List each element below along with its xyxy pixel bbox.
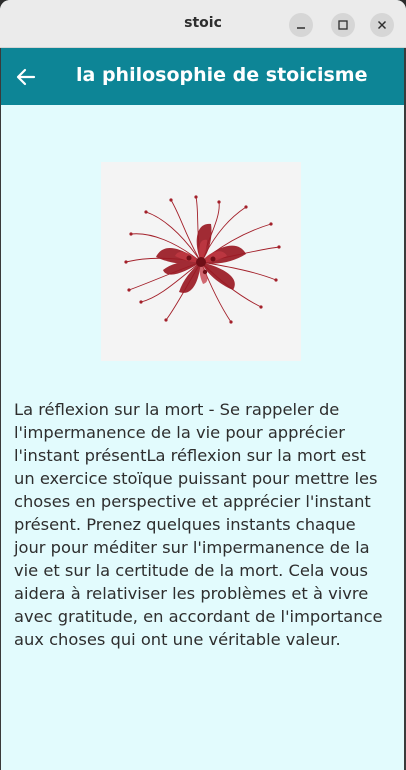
app-window: stoic la philosophie de stoicisme La réf… bbox=[0, 0, 406, 770]
close-icon bbox=[377, 20, 387, 30]
app-bar: la philosophie de stoicisme bbox=[0, 48, 406, 105]
body-text: La réflexion sur la mort - Se rappeler d… bbox=[14, 400, 383, 649]
minimize-button[interactable] bbox=[289, 13, 313, 37]
red-spider-lily-illustration bbox=[124, 195, 281, 324]
minimize-icon bbox=[297, 27, 305, 29]
maximize-button[interactable] bbox=[331, 13, 355, 37]
back-button[interactable] bbox=[12, 63, 40, 91]
window-titlebar[interactable]: stoic bbox=[0, 0, 406, 48]
page-title: la philosophie de stoicisme bbox=[76, 64, 368, 86]
maximize-icon bbox=[338, 20, 348, 30]
arrow-back-icon bbox=[16, 68, 36, 86]
close-button[interactable] bbox=[370, 13, 394, 37]
window-border-left bbox=[0, 48, 1, 770]
flower-image bbox=[101, 162, 301, 361]
